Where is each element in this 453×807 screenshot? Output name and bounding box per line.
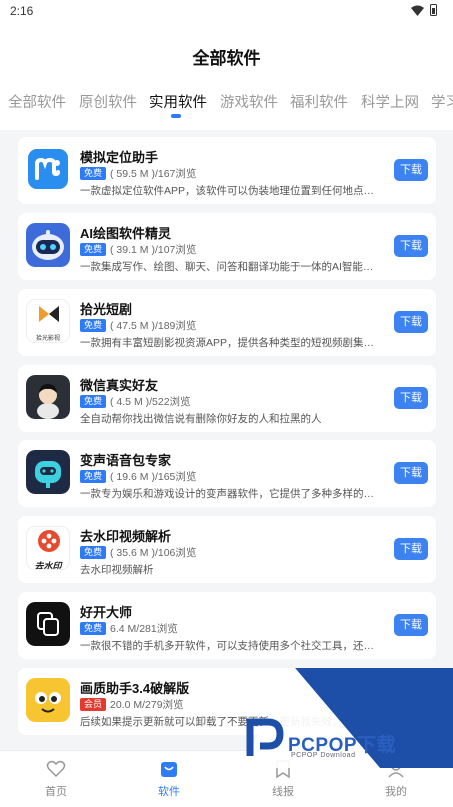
nav-label: 线报 bbox=[272, 786, 294, 798]
free-badge: 免费 bbox=[80, 546, 107, 559]
app-name: 微信真实好友 bbox=[80, 378, 159, 393]
app-views: /522浏览 bbox=[149, 396, 191, 408]
app-description: 一款很不错的手机多开软件，可以支持使用多个社交工具，还能进... bbox=[80, 640, 380, 652]
status-icons bbox=[411, 4, 437, 16]
download-button[interactable]: 下载 bbox=[394, 462, 428, 484]
bag-icon bbox=[161, 762, 177, 777]
tab-games[interactable]: 游戏软件 bbox=[220, 91, 278, 112]
app-description: 一款拥有丰富短剧影视资源APP，提供各种类型的短视频剧集，包... bbox=[80, 337, 380, 349]
category-tabs: 全部软件 原创软件 实用软件 游戏软件 福利软件 科学上网 学习 bbox=[0, 91, 453, 115]
app-name: AI绘图软件精灵 bbox=[80, 226, 172, 241]
list-item[interactable]: 变声语音包专家 免费 ( 19.6 M ) /165浏览 一款专为娱乐和游戏设计… bbox=[18, 440, 436, 507]
app-description: 一款专为娱乐和游戏设计的变声器软件，它提供了多种多样的变声... bbox=[80, 488, 380, 500]
watermark-subtext: PCPOP Download bbox=[291, 752, 356, 759]
free-badge: 免费 bbox=[80, 395, 107, 408]
robot-icon bbox=[26, 223, 70, 267]
app-meta: 免费 ( 19.6 M ) /165浏览 bbox=[80, 469, 196, 484]
status-time: 2:16 bbox=[10, 4, 34, 18]
app-meta: 免费 ( 59.5 M ) /167浏览 bbox=[80, 166, 196, 181]
page-title: 全部软件 bbox=[192, 49, 261, 68]
active-tab-indicator bbox=[171, 114, 181, 118]
app-name: 模拟定位助手 bbox=[80, 150, 159, 165]
cartoon-boy-icon bbox=[26, 375, 70, 419]
tab-vpn[interactable]: 科学上网 bbox=[361, 91, 419, 112]
app-name: 变声语音包专家 bbox=[80, 453, 172, 468]
tab-utility[interactable]: 实用软件 bbox=[149, 91, 207, 112]
vip-badge: 会员 bbox=[80, 698, 107, 711]
film-reel-icon: 去水印 bbox=[26, 526, 70, 570]
list-item[interactable]: 去水印 去水印视频解析 免费 ( 35.6 M ) /106浏览 去水印视频解析… bbox=[18, 516, 436, 583]
app-name: 好开大师 bbox=[80, 605, 133, 620]
tab-welfare[interactable]: 福利软件 bbox=[290, 91, 348, 112]
app-size: 6.4 M bbox=[110, 622, 137, 635]
download-button[interactable]: 下载 bbox=[394, 235, 428, 257]
app-size: ( 39.1 M ) bbox=[110, 243, 155, 256]
header: 全部软件 全部软件 原创软件 实用软件 游戏软件 福利软件 科学上网 学习 bbox=[0, 22, 453, 130]
icon-caption: 去水印 bbox=[34, 561, 62, 570]
app-views: /281浏览 bbox=[136, 623, 178, 635]
download-button[interactable]: 下载 bbox=[394, 387, 428, 409]
app-meta: 免费 ( 39.1 M ) /107浏览 bbox=[80, 242, 196, 257]
app-meta: 免费 ( 35.6 M ) /106浏览 bbox=[80, 545, 196, 560]
free-badge: 免费 bbox=[80, 470, 107, 483]
app-size: ( 35.6 M ) bbox=[110, 546, 155, 559]
app-views: /107浏览 bbox=[154, 244, 197, 256]
app-meta: 免费 ( 4.5 M ) /522浏览 bbox=[80, 394, 191, 409]
free-badge: 免费 bbox=[80, 167, 107, 180]
tab-learning[interactable]: 学习 bbox=[431, 91, 453, 112]
download-button[interactable]: 下载 bbox=[394, 538, 428, 560]
play-bowtie-icon: 拾光影视 bbox=[26, 299, 70, 343]
app-views: /279浏览 bbox=[142, 699, 184, 711]
nav-software[interactable]: 软件 bbox=[139, 759, 199, 799]
location-m-icon bbox=[26, 147, 70, 191]
nav-label: 首页 bbox=[45, 786, 67, 798]
app-size: 20.0 M bbox=[110, 698, 143, 711]
app-views: /106浏览 bbox=[154, 547, 197, 559]
download-button[interactable]: 下载 bbox=[394, 614, 428, 636]
app-name: 画质助手3.4破解版 bbox=[80, 681, 190, 696]
wifi-icon bbox=[411, 5, 424, 16]
battery-icon bbox=[430, 4, 437, 16]
app-name: 去水印视频解析 bbox=[80, 529, 172, 544]
download-button[interactable]: 下载 bbox=[394, 311, 428, 333]
nav-label: 我的 bbox=[385, 786, 407, 798]
app-description: 一款集成写作、绘图、聊天、问答和翻译功能于一体的AI智能应用... bbox=[80, 261, 380, 273]
status-bar: 2:16 bbox=[0, 0, 453, 22]
app-views: /167浏览 bbox=[154, 168, 197, 180]
app-meta: 免费 ( 47.5 M ) /189浏览 bbox=[80, 318, 196, 333]
free-badge: 免费 bbox=[80, 243, 107, 256]
app-views: /165浏览 bbox=[154, 471, 197, 483]
app-description: 全自动帮你找出微信说有删除你好友的人和拉黑的人 bbox=[80, 413, 322, 425]
yellow-face-icon bbox=[26, 678, 70, 722]
nav-home[interactable]: 首页 bbox=[26, 759, 86, 799]
list-item[interactable]: 好开大师 免费 6.4 M /281浏览 一款很不错的手机多开软件，可以支持使用… bbox=[18, 592, 436, 659]
app-name: 拾光短剧 bbox=[80, 302, 133, 317]
list-item[interactable]: 模拟定位助手 免费 ( 59.5 M ) /167浏览 一款虚拟定位软件APP，… bbox=[18, 137, 436, 204]
app-description: 一款虚拟定位软件APP，该软件可以伪装地理位置到任何地点，也... bbox=[80, 185, 380, 197]
pcpop-logo-icon bbox=[246, 718, 284, 756]
tab-original[interactable]: 原创软件 bbox=[79, 91, 137, 112]
multi-window-icon bbox=[26, 602, 70, 646]
list-item[interactable]: 拾光影视 拾光短剧 免费 ( 47.5 M ) /189浏览 一款拥有丰富短剧影… bbox=[18, 289, 436, 356]
list-item[interactable]: 微信真实好友 免费 ( 4.5 M ) /522浏览 全自动帮你找出微信说有删除… bbox=[18, 365, 436, 432]
app-views: /189浏览 bbox=[154, 320, 197, 332]
tab-all[interactable]: 全部软件 bbox=[8, 91, 66, 112]
icon-caption: 拾光影视 bbox=[35, 336, 60, 342]
app-size: ( 4.5 M ) bbox=[110, 395, 150, 408]
app-size: ( 19.6 M ) bbox=[110, 470, 155, 483]
voice-robot-icon bbox=[26, 450, 70, 494]
nav-label: 软件 bbox=[158, 786, 180, 798]
free-badge: 免费 bbox=[80, 319, 107, 332]
app-description: 去水印视频解析 bbox=[80, 564, 154, 576]
app-size: ( 59.5 M ) bbox=[110, 167, 155, 180]
download-button[interactable]: 下载 bbox=[394, 159, 428, 181]
list-item[interactable]: AI绘图软件精灵 免费 ( 39.1 M ) /107浏览 一款集成写作、绘图、… bbox=[18, 213, 436, 280]
app-meta: 会员 20.0 M /279浏览 bbox=[80, 697, 184, 712]
heart-icon bbox=[46, 760, 66, 778]
app-meta: 免费 6.4 M /281浏览 bbox=[80, 621, 178, 636]
app-size: ( 47.5 M ) bbox=[110, 319, 155, 332]
free-badge: 免费 bbox=[80, 622, 107, 635]
